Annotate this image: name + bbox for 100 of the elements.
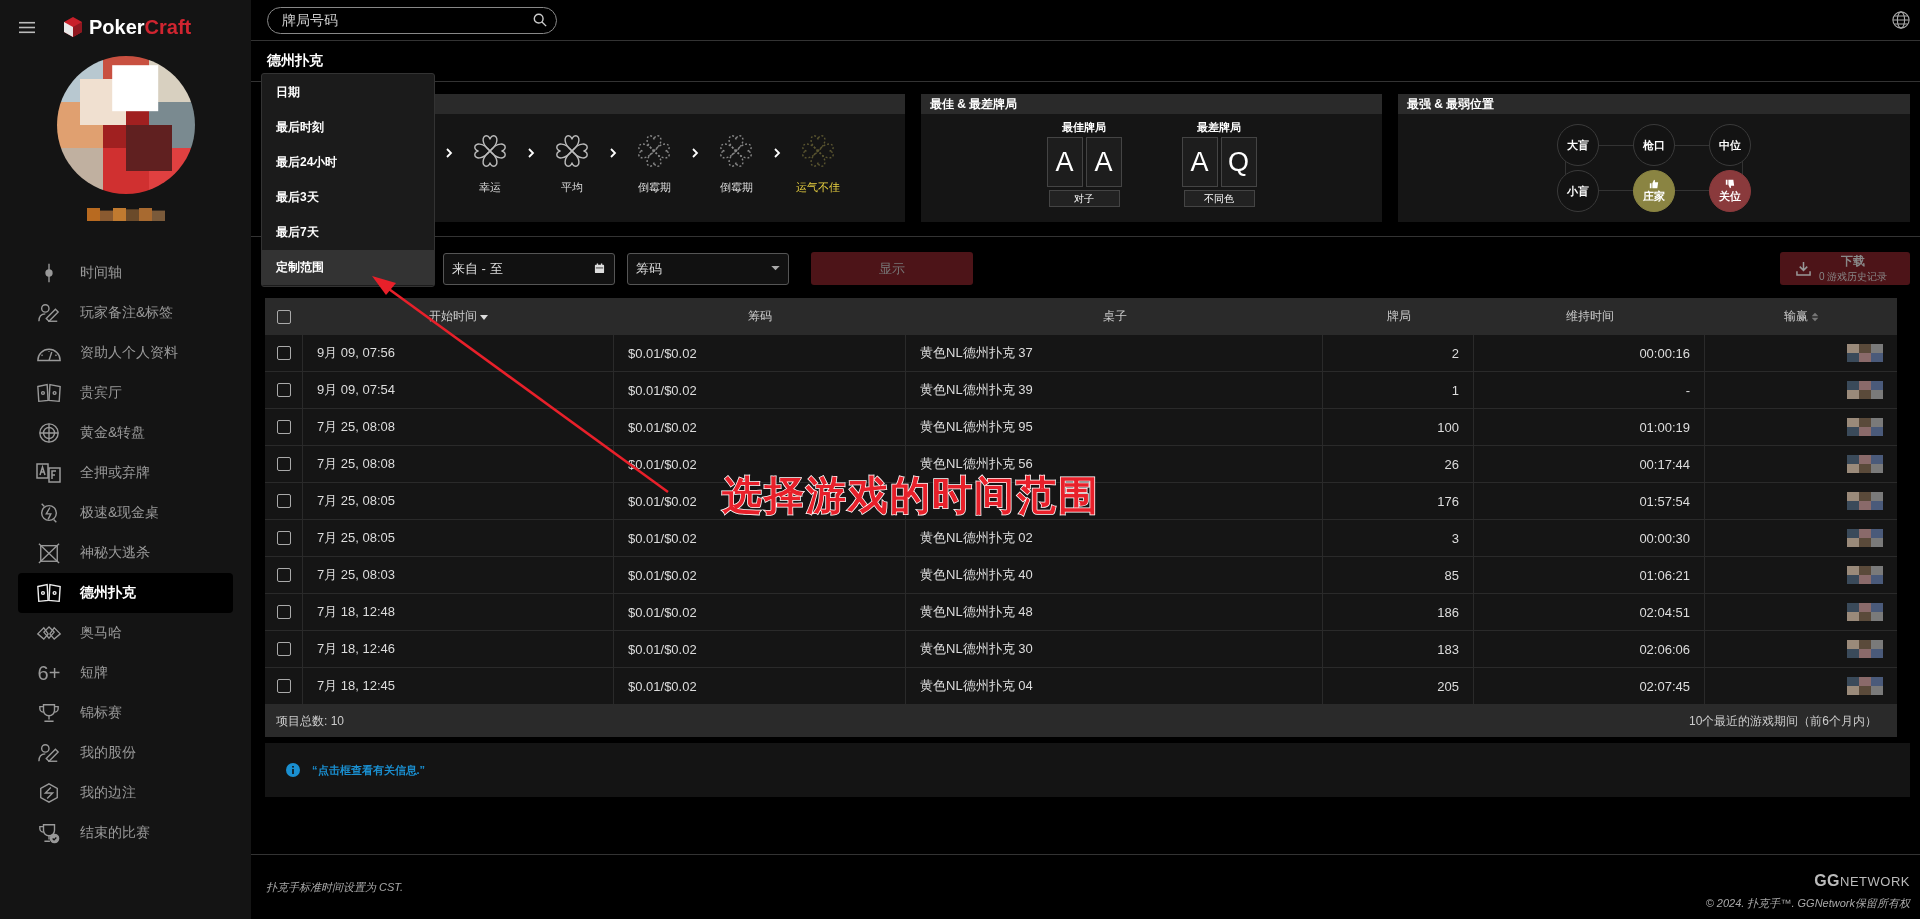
download-button[interactable]: 下载 0 游戏历史记录 bbox=[1780, 252, 1910, 285]
table-cell: $0.01/$0.02 bbox=[628, 530, 697, 546]
thumbs-up-icon bbox=[1649, 178, 1659, 189]
six-plus-icon: 6+ bbox=[37, 661, 61, 685]
sidebar-item[interactable]: 时间轴 bbox=[18, 253, 233, 293]
table-cell: $0.01/$0.02 bbox=[628, 604, 697, 620]
globe-icon[interactable] bbox=[1892, 11, 1910, 29]
table-cell: 黄色NL德州扑克 56 bbox=[920, 455, 1033, 473]
crossed-box-icon bbox=[36, 542, 62, 564]
sidebar-item[interactable]: 结束的比赛 bbox=[18, 813, 233, 853]
menu-item[interactable]: 定制范围 bbox=[262, 250, 434, 285]
chevron-icon bbox=[609, 147, 617, 158]
menu-icon[interactable] bbox=[19, 20, 35, 34]
table-cell: 100 bbox=[1437, 419, 1459, 435]
chevron-icon bbox=[773, 147, 781, 158]
playing-card: A bbox=[1046, 137, 1083, 187]
luck-label: 倒霉期 bbox=[637, 180, 671, 195]
menu-item[interactable]: 最后7天 bbox=[262, 215, 434, 250]
menu-item[interactable]: 日期 bbox=[262, 75, 434, 110]
cards-icon bbox=[36, 582, 62, 604]
row-checkbox[interactable] bbox=[276, 568, 291, 582]
table-cell: 9月 09, 07:56 bbox=[317, 344, 396, 362]
row-checkbox[interactable] bbox=[276, 420, 291, 434]
table-cell: 205 bbox=[1437, 678, 1459, 694]
hand-label: 最差牌局 bbox=[1197, 120, 1241, 135]
table-cell: 00:00:30 bbox=[1639, 530, 1690, 546]
panel-title: 最强 & 最弱位置 bbox=[1407, 95, 1495, 113]
table-cell: 黄色NL德州扑克 02 bbox=[920, 529, 1033, 547]
column-header[interactable]: 开始时间 bbox=[303, 298, 614, 335]
sidebar-item[interactable]: 锦标赛 bbox=[18, 693, 233, 733]
playing-card: Q bbox=[1220, 137, 1257, 187]
panel-title: 最佳 & 最差牌局 bbox=[930, 95, 1018, 113]
table-cell: 01:06:21 bbox=[1639, 567, 1690, 583]
row-checkbox[interactable] bbox=[276, 642, 291, 656]
date-range-field[interactable]: 来自 - 至 bbox=[443, 252, 615, 285]
sidebar-item[interactable]: 贵宾厅 bbox=[18, 373, 233, 413]
row-checkbox[interactable] bbox=[276, 679, 291, 693]
table-cell: $0.01/$0.02 bbox=[628, 567, 697, 583]
clover-icon bbox=[471, 132, 509, 170]
table-cell: 黄色NL德州扑克 37 bbox=[920, 344, 1033, 362]
cube-logo-icon bbox=[63, 16, 83, 38]
sort-icon bbox=[1810, 311, 1819, 322]
column-header[interactable]: 输赢 bbox=[1705, 298, 1897, 335]
sidebar-item[interactable]: 6+ 短牌 bbox=[18, 653, 233, 693]
row-checkbox[interactable] bbox=[276, 457, 291, 471]
hand-label: 最佳牌局 bbox=[1062, 120, 1106, 135]
chevron-icon bbox=[527, 147, 535, 158]
hand-caption: 对子 bbox=[1048, 190, 1120, 207]
table-cell: 7月 25, 08:08 bbox=[317, 455, 396, 473]
column-header[interactable]: 牌局 bbox=[1323, 298, 1474, 335]
luck-label: 幸运 bbox=[479, 180, 501, 195]
sidebar-item[interactable]: 奥马哈 bbox=[18, 613, 233, 653]
table-cell: $0.01/$0.02 bbox=[628, 678, 697, 694]
sidebar-item[interactable]: 我的边注 bbox=[18, 773, 233, 813]
search-icon[interactable] bbox=[533, 12, 547, 27]
table-cell: $0.01/$0.02 bbox=[628, 641, 697, 657]
menu-item[interactable]: 最后24小时 bbox=[262, 145, 434, 180]
logo-text: PokerCraft bbox=[89, 15, 192, 39]
luck-label: 平均 bbox=[561, 180, 583, 195]
table-cell: 01:00:19 bbox=[1639, 419, 1690, 435]
menu-item[interactable]: 最后时刻 bbox=[262, 110, 434, 145]
column-header[interactable]: 维持时间 bbox=[1474, 298, 1705, 335]
thumbs-down-icon bbox=[1725, 178, 1735, 189]
table-cell: 3 bbox=[1451, 530, 1459, 546]
sidebar-item[interactable]: 黄金&转盘 bbox=[18, 413, 233, 453]
sidebar-item[interactable]: 我的股份 bbox=[18, 733, 233, 773]
sidebar-item[interactable]: 资助人个人资料 bbox=[18, 333, 233, 373]
select-all-checkbox[interactable] bbox=[276, 309, 291, 324]
sidebar-item[interactable]: 极速&现金桌 bbox=[18, 493, 233, 533]
download-label: 下载 bbox=[1841, 253, 1866, 270]
sidebar-item[interactable]: 全押或弃牌 bbox=[18, 453, 233, 493]
trophy-check-icon bbox=[36, 822, 62, 844]
row-checkbox[interactable] bbox=[276, 605, 291, 619]
column-header[interactable]: 桌子 bbox=[906, 298, 1323, 335]
row-checkbox[interactable] bbox=[276, 383, 291, 397]
table-cell: 85 bbox=[1444, 567, 1459, 583]
menu-item[interactable]: 最后3天 bbox=[262, 180, 434, 215]
table-cell: 02:07:45 bbox=[1639, 678, 1690, 694]
sidebar-item[interactable]: 德州扑克 bbox=[18, 573, 233, 613]
search-field[interactable]: 牌局号码 bbox=[267, 6, 557, 34]
sidebar-item[interactable]: 玩家备注&标签 bbox=[18, 293, 233, 333]
table-cell: 00:00:16 bbox=[1639, 345, 1690, 361]
annotation-text: 选择游戏的时间范围 bbox=[722, 472, 1100, 519]
table-cell: 7月 18, 12:45 bbox=[317, 677, 396, 695]
seat-label: 大盲 bbox=[1567, 137, 1589, 153]
table-cell: $0.01/$0.02 bbox=[628, 345, 697, 361]
table-cell: $0.01/$0.02 bbox=[628, 456, 697, 472]
caret-icon bbox=[771, 266, 780, 271]
column-header[interactable]: 筹码 bbox=[614, 298, 906, 335]
sidebar-item[interactable]: 神秘大逃杀 bbox=[18, 533, 233, 573]
table-cell: 黄色NL德州扑克 40 bbox=[920, 566, 1033, 584]
table-note: 10个最近的游戏期间（前6个月内） bbox=[1688, 712, 1877, 730]
total-count: 项目总数: 10 bbox=[276, 712, 344, 730]
row-checkbox[interactable] bbox=[276, 346, 291, 360]
hand-caption: 不同色 bbox=[1183, 190, 1255, 207]
row-checkbox[interactable] bbox=[276, 494, 291, 508]
stakes-dropdown[interactable]: 筹码 bbox=[627, 252, 789, 285]
row-checkbox[interactable] bbox=[276, 531, 291, 545]
table-cell: $0.01/$0.02 bbox=[628, 382, 697, 398]
calendar-icon[interactable] bbox=[594, 262, 605, 274]
